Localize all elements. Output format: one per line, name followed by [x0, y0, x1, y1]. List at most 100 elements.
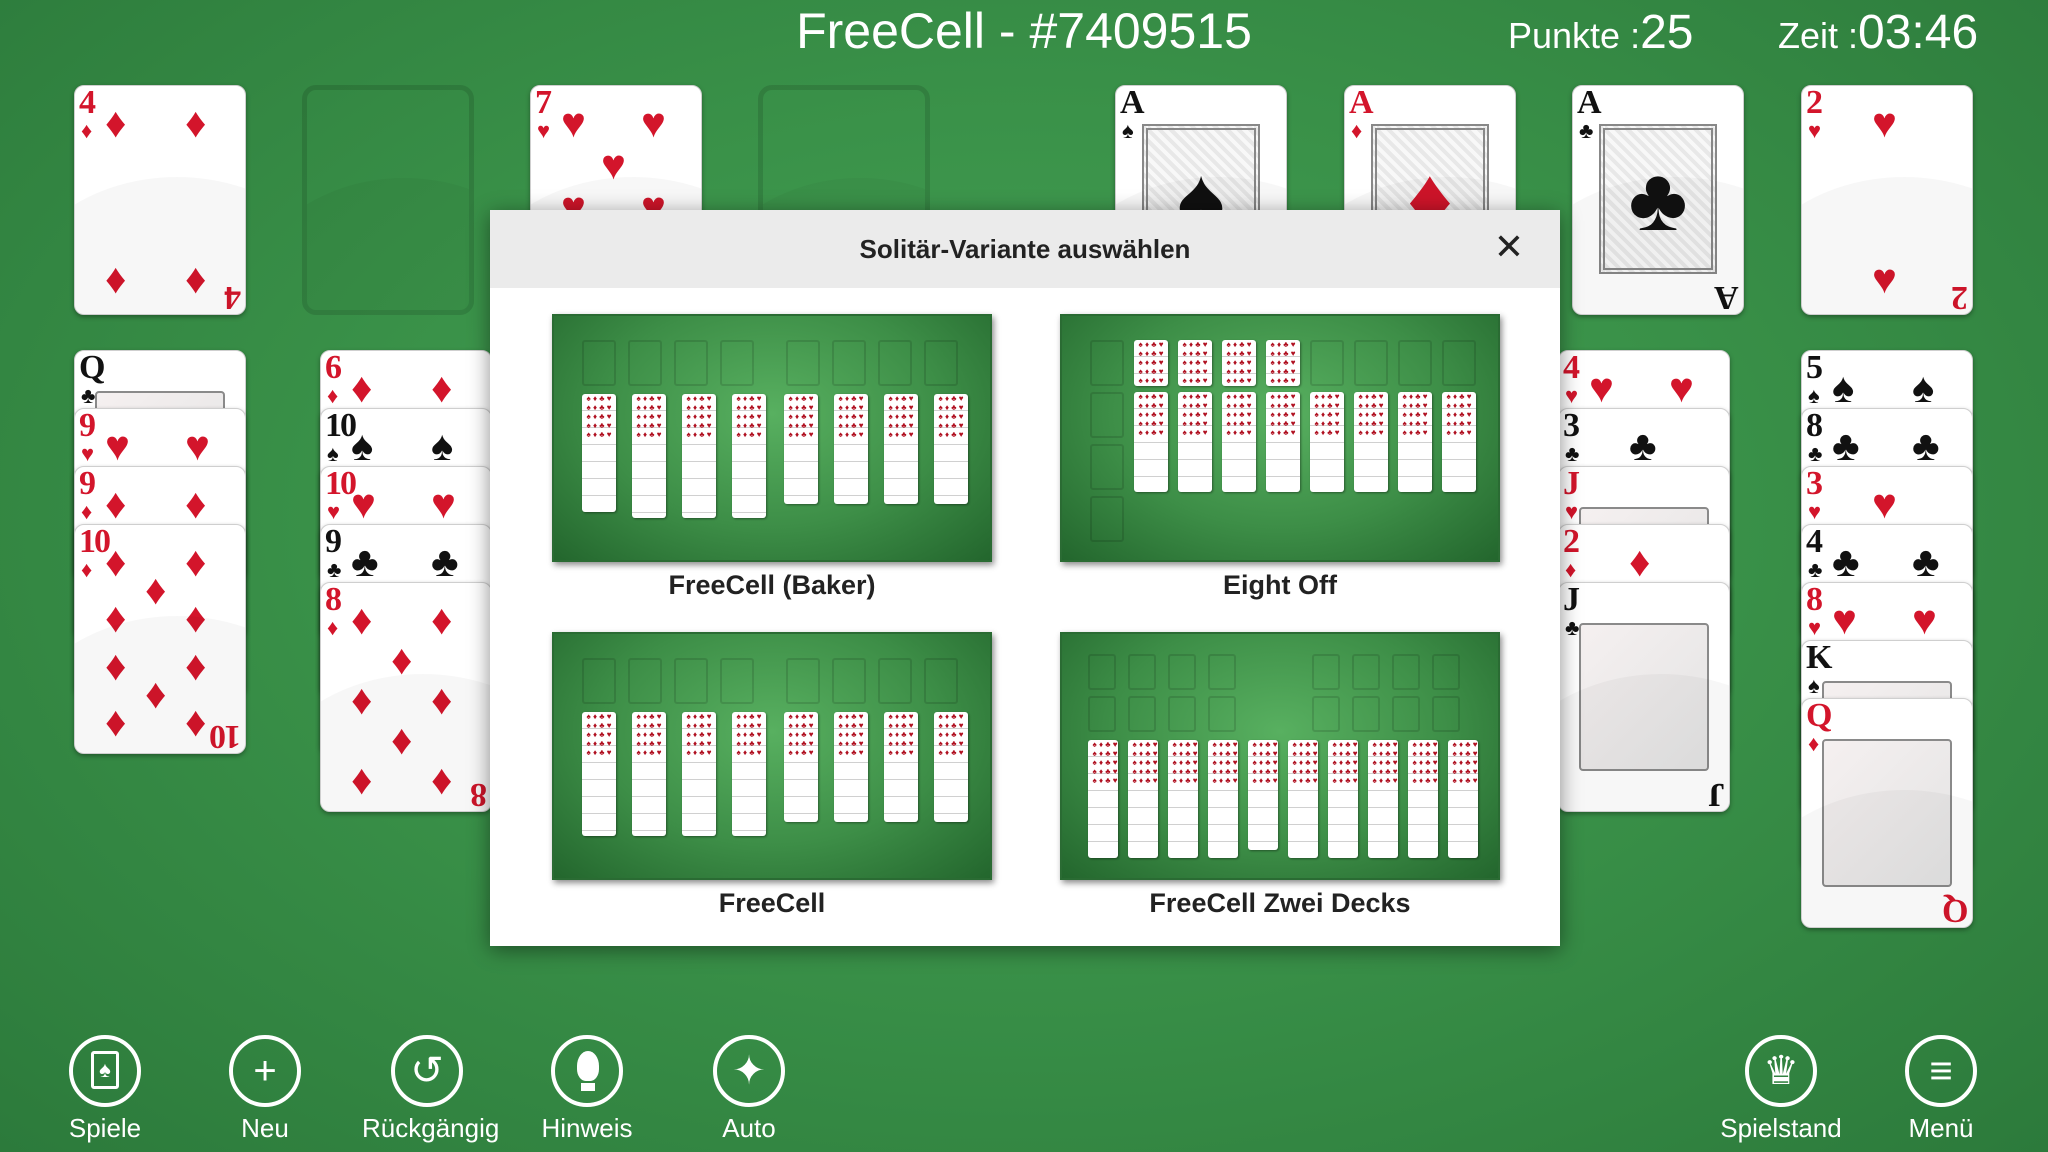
variant-label: FreeCell Zwei Decks [1149, 888, 1411, 918]
variant-freecell-baker[interactable]: FreeCell (Baker) [552, 314, 992, 601]
card-rank: 3 [1563, 408, 1580, 444]
card-suit: ♦ [81, 118, 93, 143]
score-value: 25 [1640, 6, 1694, 59]
card-rank: K [1806, 640, 1832, 676]
card-rank: 4 [1563, 350, 1580, 386]
scores-label: Spielstand [1720, 1113, 1842, 1143]
variant-eight-off[interactable]: Eight Off [1060, 314, 1500, 601]
card-suit: ♥ [1808, 615, 1822, 640]
card-suit: ♦ [1351, 118, 1363, 143]
games-label: Spiele [68, 1113, 142, 1143]
undo-button[interactable]: ↺ Rückgängig [362, 1035, 499, 1144]
card-suit: ♦ [327, 383, 339, 408]
new-label: Neu [241, 1113, 289, 1143]
score-label: Punkte : [1508, 15, 1641, 56]
card-rank: 7 [535, 85, 552, 121]
card-suit: ♣ [1565, 441, 1580, 466]
card-rank: 9 [79, 466, 96, 502]
card-suit: ♣ [1808, 441, 1823, 466]
card-rank-bottom: J [1710, 776, 1725, 812]
variant-preview-image [552, 632, 992, 880]
pip: ♦ [391, 716, 413, 763]
card-rank: 2 [1563, 524, 1580, 560]
pip: ♦ [185, 480, 207, 527]
foundation-ace-clubs[interactable]: A ♣ ♣ A [1572, 85, 1744, 315]
crown-icon: ♛ [1745, 1035, 1817, 1107]
pip: ♥ [431, 480, 456, 527]
card-suit: ♣ [81, 383, 96, 408]
undo-icon: ↺ [391, 1035, 463, 1107]
card-rank: 2 [1806, 85, 1823, 121]
foundation-2-hearts[interactable]: 2 ♥ ♥ ♥ 2 [1801, 85, 1973, 315]
variant-preview-image [1060, 314, 1500, 562]
card-rank: 4 [79, 85, 96, 121]
pip: ♦ [105, 99, 127, 146]
pip: ♠ [1912, 364, 1935, 411]
menu-button[interactable]: ≡ Menü [1876, 1035, 2006, 1144]
variant-label: FreeCell [718, 888, 826, 918]
card-suit: ♦ [1565, 557, 1577, 582]
free-cell-empty[interactable] [302, 85, 474, 315]
tableau-card-q-diamonds[interactable]: Q ♦ Q [1801, 698, 1973, 928]
card-suit: ♣ [1565, 615, 1580, 640]
freecell-card-4-diamonds[interactable]: 4 ♦ ♦ ♦ ♦ ♦ 4 [74, 85, 246, 315]
card-suit: ♣ [1808, 557, 1823, 582]
card-rank-bottom: 8 [472, 776, 487, 812]
pip: ♥ [105, 422, 130, 469]
card-rank: 3 [1806, 466, 1823, 502]
pip: ♣ [351, 538, 379, 585]
hint-label: Hinweis [541, 1113, 633, 1143]
pip: ♥ [1832, 596, 1857, 643]
card-rank-bottom: A [1716, 279, 1739, 315]
new-game-button[interactable]: + Neu [200, 1035, 330, 1144]
pip: ♠ [351, 422, 374, 469]
pip: ♣ [1912, 422, 1940, 469]
pip: ♦ [105, 698, 127, 745]
pip: ♦ [105, 480, 127, 527]
game-title: FreeCell - #7409515 [796, 3, 1252, 59]
variant-freecell-two-decks[interactable]: FreeCell Zwei Decks [1060, 632, 1500, 919]
pip: ♦ [391, 636, 413, 683]
card-suit: ♠ [327, 441, 339, 466]
time-display: Zeit :03:46 [1778, 8, 1978, 61]
jack-face-image [1579, 623, 1709, 771]
menu-label: Menü [1908, 1113, 1974, 1143]
pip: ♦ [185, 698, 207, 745]
time-label: Zeit : [1778, 15, 1859, 56]
tableau-card-8-diamonds[interactable]: 8 ♦ ♦ ♦ ♦ ♦ ♦ ♦ ♦ ♦ 8 [320, 582, 492, 812]
variant-preview-image [552, 314, 992, 562]
hint-button[interactable]: Hinweis [522, 1035, 652, 1144]
lightbulb-icon [551, 1035, 623, 1107]
time-value: 03:46 [1858, 6, 1979, 59]
card-rank: Q [1806, 698, 1832, 734]
pip: ♣ [1832, 538, 1860, 585]
card-rank: J [1563, 466, 1580, 502]
card-rank: A [1577, 85, 1602, 121]
pip: ♦ [351, 364, 373, 411]
pip: ♦ [105, 255, 127, 302]
auto-label: Auto [722, 1113, 776, 1143]
card-rank-bottom: 4 [226, 279, 241, 315]
pip: ♦ [351, 676, 373, 723]
variant-freecell[interactable]: FreeCell [552, 632, 992, 919]
pip: ♠ [431, 422, 454, 469]
close-icon[interactable]: ✕ [1492, 229, 1526, 266]
card-suit: ♥ [1565, 499, 1579, 524]
card-suit: ♥ [1808, 499, 1822, 524]
score-display: Punkte :25 [1508, 8, 1693, 61]
scores-button[interactable]: ♛ Spielstand [1716, 1035, 1846, 1144]
auto-button[interactable]: ✦ Auto [684, 1035, 814, 1144]
variant-label: FreeCell (Baker) [668, 570, 876, 600]
card-suit: ♦ [327, 615, 339, 640]
pip: ♥ [1872, 255, 1897, 302]
card-suit: ♥ [537, 118, 551, 143]
tableau-card-10-diamonds[interactable]: 10 ♦ ♦ ♦ ♦ ♦ ♦ ♦ ♦ ♦ ♦ ♦ 10 [74, 524, 246, 754]
card-rank: 8 [325, 582, 342, 618]
tableau-card-j-clubs[interactable]: J ♣ J [1558, 582, 1730, 812]
pip: ♦ [431, 676, 453, 723]
pip: ♣ [1629, 422, 1657, 469]
pip: ♥ [1589, 364, 1614, 411]
card-rank-bottom: Q [1943, 892, 1968, 928]
games-button[interactable]: ♠ Spiele [40, 1035, 170, 1144]
pip: ♦ [351, 596, 373, 643]
